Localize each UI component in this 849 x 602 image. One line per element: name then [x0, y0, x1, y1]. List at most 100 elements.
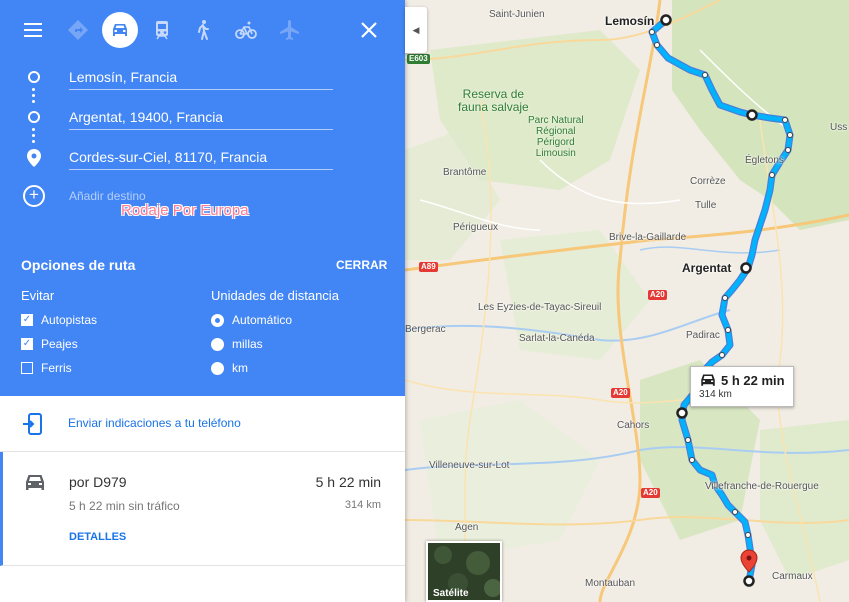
satellite-label: Satélite	[433, 588, 469, 599]
route-dot	[32, 94, 35, 97]
distance-units-heading: Unidades de distancia	[211, 288, 339, 303]
menu-button[interactable]	[15, 12, 51, 48]
map-place-label: Carmaux	[772, 571, 813, 582]
route-dot	[32, 140, 35, 143]
units-km-radio[interactable]: km	[211, 361, 248, 375]
route-via-label: por D979	[69, 474, 127, 490]
avoid-tolls-checkbox[interactable]: ✓ Peajes	[21, 337, 78, 351]
route-info-callout[interactable]: 5 h 22 min 314 km	[690, 366, 794, 407]
bike-icon	[235, 21, 257, 39]
callout-distance: 314 km	[699, 389, 732, 400]
origin-marker-icon	[28, 71, 40, 83]
close-icon	[361, 22, 377, 38]
map-place-label: Périgueux	[453, 222, 499, 233]
send-to-phone-row[interactable]: Enviar indicaciones a tu teléfono	[0, 396, 405, 452]
road-shield: A20	[611, 388, 630, 398]
map-place-label: Corrèze	[690, 176, 726, 187]
map-place-label: Saint-Junien	[489, 9, 545, 20]
map-place-label: Uss	[830, 122, 848, 133]
walk-icon	[198, 20, 209, 40]
radio-selected-icon	[211, 313, 224, 327]
avoid-highways-checkbox[interactable]: ✓ Autopistas	[21, 313, 97, 327]
destination-pin-icon	[27, 149, 41, 167]
plane-icon	[280, 20, 299, 40]
road-shield: A89	[419, 262, 438, 272]
origin-input[interactable]: Lemosín, Francia	[69, 66, 333, 90]
walk-mode-button[interactable]	[185, 12, 221, 48]
send-to-phone-icon	[23, 413, 42, 435]
route-options-title: Opciones de ruta	[21, 257, 136, 273]
map-park-label: Parc Natural Régional Périgord Limousin	[528, 115, 584, 159]
close-button[interactable]	[351, 12, 387, 48]
collapse-panel-button[interactable]: ◀	[405, 7, 427, 53]
avoid-ferries-label: Ferris	[41, 361, 72, 375]
road-shield: A20	[648, 290, 667, 300]
menu-icon	[24, 23, 42, 37]
road-shield: E603	[407, 54, 430, 64]
car-icon	[26, 475, 44, 490]
map-place-label: Égletons	[745, 155, 784, 166]
map-park-label: Reserva de fauna salvaje	[458, 87, 529, 114]
map-place-label: Villefranche-de-Rouergue	[705, 481, 819, 492]
road-shield: A20	[641, 488, 660, 498]
avoid-heading: Evitar	[21, 288, 55, 303]
map-place-label: Villeneuve-sur-Lot	[429, 460, 510, 471]
route-dot	[32, 134, 35, 137]
map-place-label: Sarlat-la-Canéda	[519, 333, 595, 344]
route-duration: 5 h 22 min	[315, 474, 381, 490]
route-options-section: Opciones de ruta CERRAR Evitar Unidades …	[0, 238, 405, 396]
watermark-text: Rodaje Por Europa	[121, 202, 249, 219]
add-destination-icon[interactable]: +	[23, 185, 45, 207]
route-options-close-button[interactable]: CERRAR	[336, 258, 387, 272]
route-dot	[32, 100, 35, 103]
destination-input[interactable]: Cordes-sur-Ciel, 81170, Francia	[69, 146, 333, 170]
units-miles-radio[interactable]: millas	[211, 337, 263, 351]
car-icon	[701, 374, 715, 386]
flight-mode-button[interactable]	[271, 12, 307, 48]
transit-mode-button[interactable]	[144, 12, 180, 48]
checkbox-unchecked-icon	[21, 362, 33, 374]
directions-panel: Lemosín, Francia Argentat, 19400, Franci…	[0, 0, 405, 602]
units-auto-radio[interactable]: Automático	[211, 313, 292, 327]
units-km-label: km	[232, 361, 248, 375]
route-dot	[32, 128, 35, 131]
chevron-left-icon: ◀	[412, 24, 420, 35]
units-auto-label: Automático	[232, 313, 293, 327]
map-place-label: Padirac	[686, 330, 720, 341]
radio-unselected-icon	[211, 337, 224, 351]
map-place-label: Montauban	[585, 578, 636, 589]
map-place-label: Les Eyzies-de-Tayac-Sireuil	[478, 302, 602, 313]
radio-unselected-icon	[211, 361, 224, 375]
checkbox-checked-icon: ✓	[21, 314, 33, 326]
add-destination-input[interactable]: Añadir destino	[69, 189, 146, 203]
map-place-label: Tulle	[695, 200, 717, 211]
map-city-label-lemosin: Lemosín	[605, 14, 655, 28]
train-icon	[156, 21, 168, 40]
callout-duration: 5 h 22 min	[721, 373, 785, 388]
map-place-label: Cahors	[617, 420, 650, 431]
route-dot	[32, 88, 35, 91]
map-place-label: Agen	[455, 522, 479, 533]
waypoint-marker-icon	[28, 111, 40, 123]
route-distance: 314 km	[344, 499, 381, 511]
map-place-label: Bergerac	[405, 324, 446, 335]
satellite-toggle[interactable]: Satélite	[426, 541, 502, 602]
map-place-label: Brive-la-Gaillarde	[609, 232, 687, 243]
checkbox-checked-icon: ✓	[21, 338, 33, 350]
best-route-mode-button[interactable]	[60, 12, 96, 48]
avoid-ferries-checkbox[interactable]: Ferris	[21, 361, 72, 375]
avoid-tolls-label: Peajes	[41, 337, 78, 351]
map-canvas[interactable]: Saint-Junien Lemosín Reserva de fauna sa…	[405, 0, 849, 602]
map-place-label: Brantôme	[443, 167, 487, 178]
bike-mode-button[interactable]	[228, 12, 264, 48]
car-mode-button[interactable]	[102, 12, 138, 48]
route-details-button[interactable]: DETALLES	[69, 531, 126, 543]
route-no-traffic-label: 5 h 22 min sin tráfico	[69, 499, 180, 513]
waypoint-input[interactable]: Argentat, 19400, Francia	[69, 106, 333, 130]
car-icon	[113, 24, 127, 36]
send-to-phone-label[interactable]: Enviar indicaciones a tu teléfono	[68, 416, 241, 430]
directions-icon	[68, 20, 88, 40]
route-result-card[interactable]: por D979 5 h 22 min 5 h 22 min sin tráfi…	[0, 452, 405, 566]
map-city-label-argentat: Argentat	[682, 261, 732, 275]
units-miles-label: millas	[232, 337, 263, 351]
